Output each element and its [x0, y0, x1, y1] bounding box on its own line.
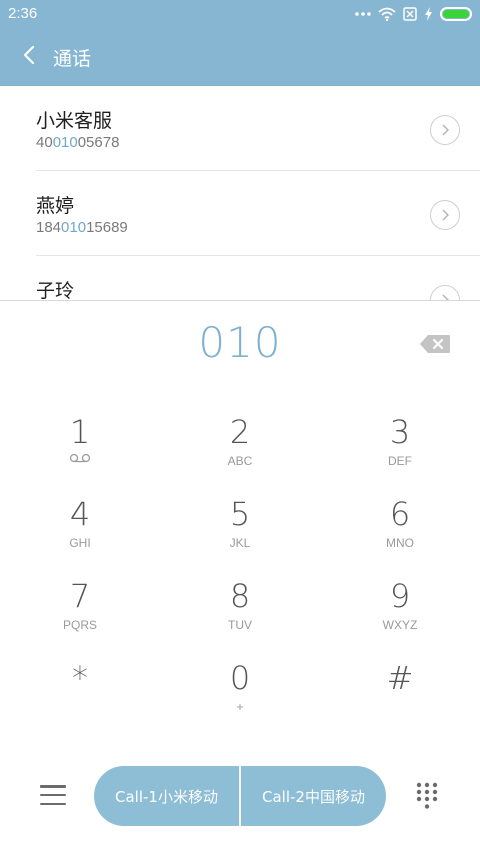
key-letters: WXYZ: [382, 618, 418, 632]
key-digit: 2: [229, 413, 251, 451]
key-digit: 5: [229, 495, 251, 533]
back-button[interactable]: [14, 42, 44, 72]
battery-icon: [440, 7, 472, 21]
chevron-right-icon: [441, 121, 450, 140]
key-1[interactable]: 1: [0, 412, 160, 494]
chevron-right-icon: [441, 206, 450, 225]
menu-button[interactable]: [40, 782, 66, 808]
key-letters: DEF: [388, 454, 412, 468]
key-digit: #: [386, 659, 414, 697]
key-letters: ABC: [227, 454, 253, 468]
charging-icon: [424, 7, 433, 21]
key-digit: 8: [229, 577, 251, 615]
more-dots-icon: [355, 11, 371, 17]
dialpad-icon: [416, 782, 438, 814]
backspace-button[interactable]: [419, 334, 451, 354]
call-sim1-button[interactable]: Call-1小米移动: [94, 766, 239, 826]
key-8[interactable]: 8 TUV: [160, 576, 320, 658]
key-letters: PQRS: [62, 618, 97, 632]
voicemail-icon: [0, 453, 160, 469]
key-6[interactable]: 6 MNO: [320, 494, 480, 576]
key-digit: 9: [389, 577, 411, 615]
key-5[interactable]: 5 JKL: [160, 494, 320, 576]
contact-result-row[interactable]: 小米客服 4001005678: [36, 86, 480, 171]
sim-disabled-icon: [403, 7, 417, 21]
contact-detail-button[interactable]: [430, 115, 460, 145]
number-match-highlight: 010: [61, 219, 87, 236]
key-letters: MNO: [386, 536, 414, 550]
battery-level: [443, 10, 469, 18]
status-icons: [355, 4, 472, 24]
key-digit: 4: [69, 495, 91, 533]
key-digit: *: [72, 659, 88, 697]
contact-name: 小米客服: [36, 110, 113, 132]
status-bar: 2:36: [0, 0, 480, 28]
title-bar: 通话: [0, 28, 480, 86]
chevron-left-icon: [23, 45, 35, 69]
call-button-group: Call-1小米移动 Call-2中国移动: [94, 766, 386, 826]
contact-result-row[interactable]: 子玲: [36, 256, 480, 300]
key-letters: JKL: [229, 536, 251, 550]
key-3[interactable]: 3 DEF: [320, 412, 480, 494]
key-digit: 3: [389, 413, 411, 451]
status-time: 2:36: [8, 5, 38, 22]
contact-name: 燕婷: [36, 195, 75, 217]
contact-detail-button[interactable]: [430, 200, 460, 230]
key-4[interactable]: 4 GHI: [0, 494, 160, 576]
key-letters: GHI: [69, 536, 91, 550]
contact-result-row[interactable]: 燕婷 18401015689: [36, 171, 480, 256]
key-digit: 7: [69, 577, 91, 615]
key-7[interactable]: 7 PQRS: [0, 576, 160, 658]
key-hash[interactable]: #: [320, 658, 480, 740]
dialed-number[interactable]: 010: [0, 318, 480, 374]
chevron-right-icon: [441, 291, 450, 300]
key-digit: 0: [229, 659, 251, 697]
key-0[interactable]: 0 +: [160, 658, 320, 740]
contact-name: 子玲: [36, 280, 75, 300]
key-letters: TUV: [228, 618, 252, 632]
dialpad-toggle-button[interactable]: [416, 782, 438, 810]
key-2[interactable]: 2 ABC: [160, 412, 320, 494]
number-match-highlight: 010: [52, 134, 78, 151]
bottom-action-bar: Call-1小米移动 Call-2中国移动: [0, 762, 480, 828]
page-title: 通话: [53, 48, 92, 70]
menu-icon: [40, 785, 66, 788]
key-9[interactable]: 9 WXYZ: [320, 576, 480, 658]
contact-detail-button[interactable]: [430, 285, 460, 300]
key-digit: 6: [389, 495, 411, 533]
contact-results-list[interactable]: 小米客服 4001005678 燕婷 18401015689 子玲: [0, 86, 480, 300]
call-sim2-button[interactable]: Call-2中国移动: [241, 766, 386, 826]
key-letters: +: [236, 700, 244, 714]
key-digit: 1: [69, 413, 91, 451]
dialer-divider: [0, 300, 480, 301]
contact-number: 18401015689: [36, 219, 128, 236]
backspace-icon: [419, 335, 451, 358]
contact-number: 4001005678: [36, 134, 120, 151]
key-star[interactable]: *: [0, 658, 160, 740]
wifi-icon: [378, 7, 396, 21]
